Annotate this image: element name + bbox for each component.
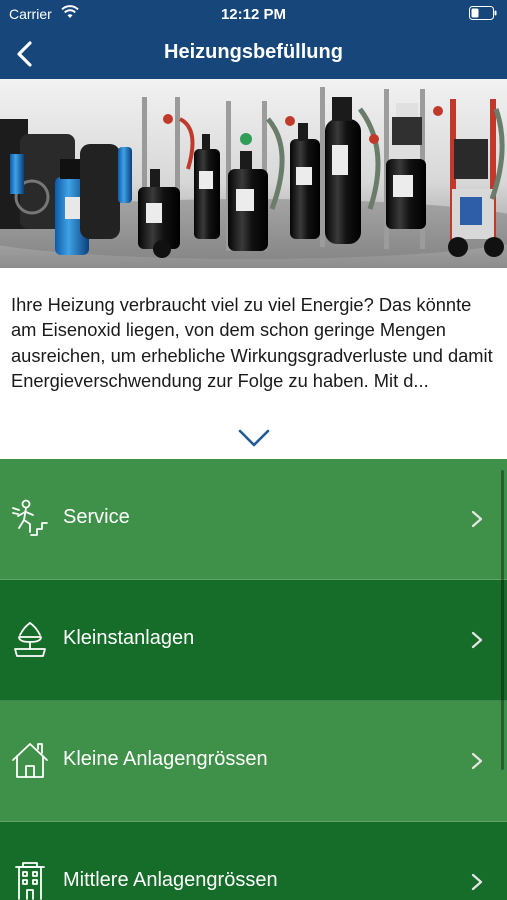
menu-item-label: Kleinstanlagen (63, 627, 195, 649)
menu-item-mittlere-anlagengroessen[interactable]: Mittlere Anlagengrössen (0, 822, 507, 900)
chevron-right-icon (471, 873, 483, 891)
hero-product-image (0, 79, 507, 268)
chevron-right-icon (471, 510, 483, 528)
intro-section: Ihre Heizung verbraucht viel zu viel Ene… (0, 268, 507, 459)
back-chevron-icon[interactable] (12, 39, 40, 69)
menu-item-kleine-anlagengroessen[interactable]: Kleine Anlagengrössen (0, 701, 507, 822)
menu-item-label: Mittlere Anlagengrössen (63, 869, 278, 891)
clock: 12:12 PM (220, 6, 287, 23)
scrollbar[interactable] (501, 470, 504, 770)
chevron-right-icon (471, 631, 483, 649)
page-title: Heizungsbefüllung (164, 41, 343, 63)
status-bar: Carrier 12:12 PM (0, 0, 507, 29)
intro-text: Ihre Heizung verbraucht viel zu viel Ene… (11, 294, 493, 392)
chevron-down-icon[interactable] (238, 428, 270, 448)
building-icon (15, 862, 45, 900)
menu-item-label: Kleine Anlagengrössen (63, 748, 268, 770)
menu-item-label: Service (63, 506, 130, 528)
house-icon (12, 743, 48, 778)
menu-item-kleinstanlagen[interactable]: Kleinstanlagen (0, 580, 507, 701)
chevron-right-icon (471, 752, 483, 770)
navigation-bar: Heizungsbefüllung (0, 29, 507, 79)
filling-devices-illustration (0, 79, 507, 268)
menu-item-service[interactable]: Service (0, 459, 507, 580)
category-menu: Service Kleinstanlagen Kleine Anlagengrö… (0, 459, 507, 900)
fountain-icon (14, 622, 46, 657)
person-stairs-icon (12, 499, 48, 536)
battery-icon (469, 6, 497, 20)
